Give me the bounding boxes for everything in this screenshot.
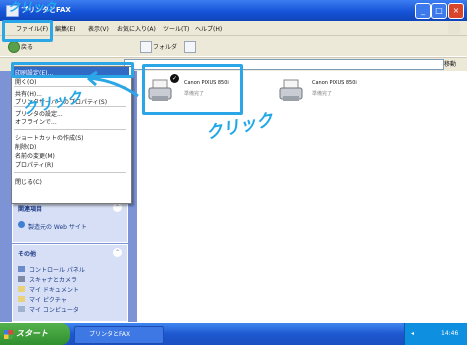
close-button[interactable]: × xyxy=(448,3,464,19)
manufacturer-website-link[interactable]: 製造元の Web サイト xyxy=(28,222,87,231)
collapse-chevron-icon[interactable]: ⌃ xyxy=(113,248,122,257)
other-places-title: その他 xyxy=(18,251,37,258)
other-link-my-computer[interactable]: マイ コンピュータ xyxy=(29,305,79,314)
menu-item-close[interactable]: 閉じる(C) xyxy=(15,177,42,186)
windows-flag-icon xyxy=(4,330,13,339)
menu-item-delete[interactable]: 削除(D) xyxy=(15,142,36,151)
printer-icon[interactable] xyxy=(278,78,304,104)
menu-favorites[interactable]: お気に入り(A) xyxy=(117,24,156,33)
collapse-chevron-icon[interactable]: ⌃ xyxy=(113,203,122,212)
menu-tools[interactable]: ツール(T) xyxy=(163,24,189,33)
printer-name[interactable]: Canon PIXUS 850i xyxy=(312,80,357,86)
annotation-arrow xyxy=(87,70,139,98)
minimize-button[interactable]: _ xyxy=(415,3,431,19)
taskbar-window-label: プリンタとFAX xyxy=(89,331,131,338)
menu-separator xyxy=(14,129,126,130)
clock: 14:46 xyxy=(441,330,459,337)
file-menu-annotation-box xyxy=(2,20,53,42)
taskbar xyxy=(0,323,467,345)
other-link-control-panel[interactable]: コントロール パネル xyxy=(29,265,85,274)
back-button[interactable]: 戻る xyxy=(21,42,33,51)
speaker-icon[interactable]: ◂ xyxy=(411,323,414,345)
views-icon[interactable] xyxy=(184,41,196,53)
my-computer-icon xyxy=(18,306,25,312)
menu-edit[interactable]: 編集(E) xyxy=(55,24,75,33)
printer-selection-highlight xyxy=(142,64,243,115)
control-panel-icon xyxy=(18,266,25,272)
maximize-button[interactable]: □ xyxy=(431,3,447,19)
my-pictures-icon xyxy=(18,296,25,302)
printer-status: 準備完了 xyxy=(312,91,333,97)
scanner-camera-icon xyxy=(18,276,25,282)
menu-item-create-shortcut[interactable]: ショートカットの作成(S) xyxy=(15,133,84,142)
click-annotation-top: クリック xyxy=(8,0,57,14)
menu-separator xyxy=(14,172,126,173)
system-tray: ◂ 14:46 xyxy=(404,323,467,345)
other-link-my-documents[interactable]: マイ ドキュメント xyxy=(29,285,79,294)
go-button[interactable]: 移動 xyxy=(444,59,462,69)
windows-logo-icon xyxy=(448,22,460,34)
taskbar-window-button[interactable]: プリンタとFAX xyxy=(74,326,164,344)
toolbar xyxy=(0,36,467,56)
menu-item-rename[interactable]: 名前の変更(M) xyxy=(15,151,55,160)
see-also-title: 関連項目 xyxy=(18,206,43,213)
other-link-my-pictures[interactable]: マイ ピクチャ xyxy=(29,295,67,304)
back-arrow-icon[interactable] xyxy=(8,41,20,53)
my-documents-icon xyxy=(18,286,25,292)
menu-view[interactable]: 表示(V) xyxy=(88,24,109,33)
menu-help[interactable]: ヘルプ(H) xyxy=(195,24,222,33)
menu-item-properties[interactable]: プロパティ(R) xyxy=(15,160,54,169)
menu-item-open[interactable]: 開く(O) xyxy=(15,77,36,86)
globe-icon xyxy=(18,221,25,228)
menu-item-offline[interactable]: オフラインで... xyxy=(15,117,57,126)
folders-button[interactable]: フォルダ xyxy=(153,42,177,51)
other-link-scanners[interactable]: スキャナとカメラ xyxy=(29,275,77,284)
search-icon[interactable] xyxy=(140,41,152,53)
